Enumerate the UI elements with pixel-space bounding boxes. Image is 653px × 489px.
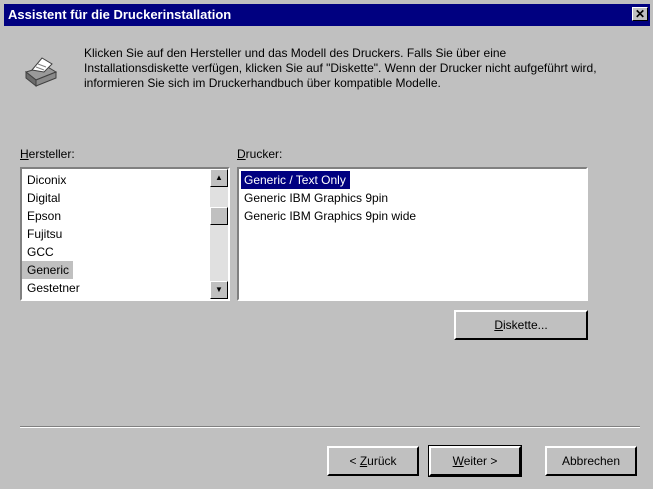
window-title: Assistent für die Druckerinstallation xyxy=(8,7,232,22)
next-button-hotkey: W xyxy=(452,454,464,468)
next-button-label: eiter > xyxy=(463,454,498,468)
printer-label-hotkey: D xyxy=(237,147,246,161)
scroll-up-button[interactable]: ▲ xyxy=(210,169,228,187)
disk-button-label: iskette... xyxy=(502,318,548,332)
printer-label-rest: rucker: xyxy=(245,147,283,161)
list-item[interactable]: Fujitsu xyxy=(22,225,228,243)
cancel-button[interactable]: Abbrechen xyxy=(545,446,637,476)
close-button[interactable]: ✕ xyxy=(632,7,648,21)
printer-wizard-window: Assistent für die Druckerinstallation ✕ … xyxy=(0,0,653,489)
disk-button[interactable]: Diskette... xyxy=(454,310,588,340)
list-item[interactable]: Gestetner xyxy=(22,279,228,297)
intro-text: Klicken Sie auf den Hersteller und das M… xyxy=(84,46,597,90)
separator xyxy=(20,426,640,428)
list-item-selected[interactable]: Generic / Text Only xyxy=(240,170,351,190)
printer-list[interactable]: Generic / Text Only Generic IBM Graphics… xyxy=(237,167,588,301)
list-item[interactable]: Diconix xyxy=(22,171,228,189)
list-item-selected[interactable]: Generic xyxy=(22,261,74,279)
back-button-prefix: < xyxy=(349,454,360,468)
title-bar[interactable]: Assistent für die Druckerinstallation ✕ xyxy=(4,4,650,26)
disk-button-hotkey: D xyxy=(494,318,503,332)
manufacturer-scrollbar[interactable]: ▲ ▼ xyxy=(210,169,228,299)
list-item[interactable]: Generic IBM Graphics 9pin wide xyxy=(239,207,586,225)
list-item[interactable]: Digital xyxy=(22,189,228,207)
manufacturer-label: Hersteller: xyxy=(20,147,75,161)
scroll-thumb[interactable] xyxy=(210,207,228,225)
scroll-down-icon: ▼ xyxy=(215,285,223,294)
printer-label: Drucker: xyxy=(237,147,282,161)
manufacturer-label-rest: ersteller: xyxy=(28,147,75,161)
scroll-up-icon: ▲ xyxy=(215,173,223,182)
close-icon: ✕ xyxy=(634,7,646,21)
list-item[interactable]: Generic IBM Graphics 9pin xyxy=(239,189,586,207)
manufacturer-label-hotkey: H xyxy=(20,147,29,161)
back-button[interactable]: < Zurück xyxy=(327,446,419,476)
list-item[interactable]: GCC xyxy=(22,243,228,261)
list-item[interactable]: Epson xyxy=(22,207,228,225)
next-button[interactable]: Weiter > xyxy=(428,445,522,477)
manufacturer-list[interactable]: Diconix Digital Epson Fujitsu GCC Generi… xyxy=(20,167,230,301)
back-button-label: urück xyxy=(367,454,397,468)
printer-icon xyxy=(18,52,58,90)
scroll-down-button[interactable]: ▼ xyxy=(210,281,228,299)
cancel-button-label: Abbrechen xyxy=(561,454,621,468)
